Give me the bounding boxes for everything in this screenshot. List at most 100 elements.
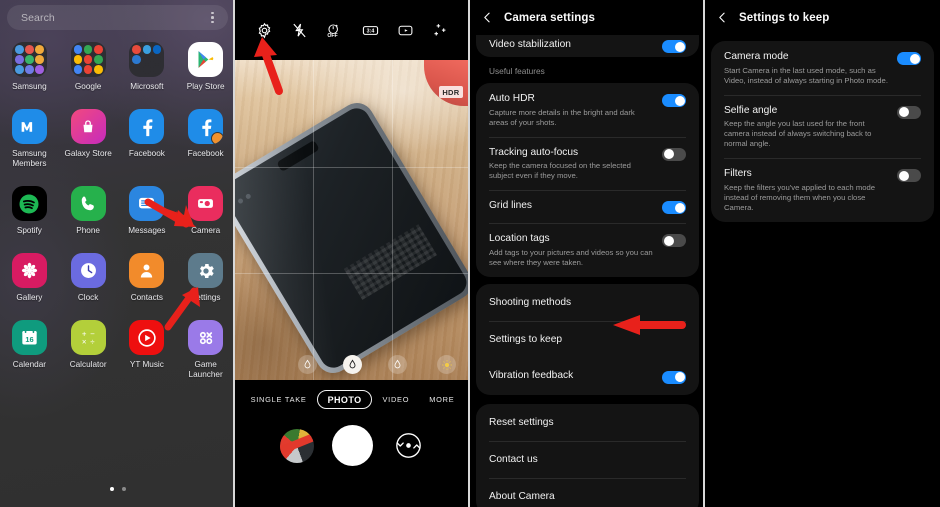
bokeh-mid-icon[interactable] (343, 355, 362, 374)
aspect-ratio-icon[interactable]: 3:4 (362, 22, 379, 39)
camera-mode-photo[interactable]: PHOTO (316, 390, 373, 409)
gallery-icon[interactable] (11, 253, 47, 288)
panel-divider-3 (703, 0, 705, 507)
row-title: Camera mode (724, 51, 789, 62)
grid-line-v2 (392, 60, 393, 380)
app-gallery[interactable]: Gallery (0, 253, 59, 303)
flash-off-icon[interactable] (291, 22, 308, 39)
camera-viewfinder[interactable]: HDR (235, 60, 470, 380)
phone-icon[interactable] (70, 186, 106, 221)
folder-icon[interactable] (129, 42, 165, 77)
app-facebook[interactable]: Facebook (118, 109, 177, 169)
timer-off-icon[interactable]: OFF (326, 22, 343, 39)
toggle-video-stabilization[interactable] (662, 40, 686, 53)
toggle-auto-hdr[interactable] (662, 94, 686, 107)
samsung-members-icon[interactable] (11, 109, 47, 144)
bokeh-low-icon[interactable] (298, 355, 317, 374)
camera-mode-single-take[interactable]: SINGLE TAKE (241, 395, 317, 404)
camera-mode-more[interactable]: MORE (419, 395, 464, 404)
row-filters[interactable]: Filters Keep the filters you've applied t… (711, 158, 934, 222)
back-chevron-icon[interactable] (716, 11, 729, 24)
row-grid-lines[interactable]: Grid lines (476, 190, 699, 223)
app-label: Calculator (69, 360, 107, 369)
gallery-thumbnail[interactable] (280, 428, 315, 463)
app-row: Samsung Google Microsoft Play Store (0, 42, 235, 92)
app-spotify[interactable]: Spotify (0, 186, 59, 236)
page-title: Camera settings (504, 11, 595, 24)
toggle-selfie-angle[interactable] (897, 105, 921, 119)
app-label: Game Launcher (188, 360, 223, 379)
back-chevron-icon[interactable] (481, 11, 494, 24)
svg-text:3:4: 3:4 (366, 28, 374, 34)
row-selfie-angle[interactable]: Selfie angle Keep the angle you last used… (711, 94, 934, 159)
settings-gear-icon[interactable] (188, 253, 224, 288)
app-phone[interactable]: Phone (59, 186, 118, 236)
page-dot-2[interactable] (121, 487, 126, 491)
calendar-icon[interactable]: 16 (11, 320, 47, 355)
folder-icon[interactable] (11, 42, 47, 77)
app-facebook[interactable]: Facebook (176, 109, 235, 169)
contacts-icon[interactable] (129, 253, 165, 288)
row-tracking-auto-focus[interactable]: Tracking auto-focus Keep the camera focus… (476, 136, 699, 191)
search-bar[interactable]: Search (7, 5, 228, 30)
filter-strength-row (235, 355, 470, 374)
app-calendar[interactable]: 16 Calendar (0, 320, 59, 380)
app-label: Samsung (12, 82, 47, 91)
page-indicator[interactable] (0, 487, 235, 491)
play-store-icon[interactable] (188, 42, 224, 77)
facebook-icon[interactable] (129, 109, 165, 144)
search-input[interactable]: Search (21, 12, 207, 24)
toggle-filters[interactable] (897, 169, 921, 182)
toggle-camera-mode[interactable] (897, 52, 921, 65)
app-microsoft[interactable]: Microsoft (118, 42, 177, 92)
page-dot-1[interactable] (109, 487, 114, 491)
app-samsung-members[interactable]: Samsung Members (0, 109, 59, 169)
toggle-grid-lines[interactable] (662, 201, 686, 214)
hdr-badge: HDR (438, 86, 463, 98)
app-play-store[interactable]: Play Store (176, 42, 235, 92)
app-google[interactable]: Google (59, 42, 118, 92)
app-galaxy-store[interactable]: Galaxy Store (59, 109, 118, 169)
row-title: Filters (724, 168, 752, 179)
row-reset-settings[interactable]: Reset settings (476, 404, 699, 441)
app-label: Spotify (16, 226, 42, 235)
galaxy-store-icon[interactable] (70, 109, 106, 144)
toggle-location-tags[interactable] (662, 234, 686, 247)
row-about-camera[interactable]: About Camera (476, 477, 699, 507)
grid-line-v1 (313, 60, 314, 380)
svg-text:÷: ÷ (90, 338, 95, 347)
shutter-button[interactable] (332, 425, 374, 466)
sun-icon[interactable] (437, 355, 456, 374)
row-location-tags[interactable]: Location tags Add tags to your pictures a… (476, 223, 699, 277)
filters-icon[interactable] (432, 22, 449, 39)
row-camera-mode[interactable]: Camera mode Start Camera in the last used… (711, 41, 934, 95)
row-subtitle: Start Camera in the last used mode, such… (724, 65, 888, 85)
kebab-menu-icon[interactable] (207, 9, 218, 27)
toggle-tracking-auto-focus[interactable] (662, 147, 686, 161)
app-samsung[interactable]: Samsung (0, 42, 59, 92)
bokeh-high-icon[interactable] (388, 355, 407, 374)
row-video-stabilization[interactable]: Video stabilization (476, 35, 699, 57)
row-subtitle: Keep the angle you last used for the fro… (724, 119, 872, 148)
facebook-lite-icon[interactable] (188, 109, 224, 144)
panel-divider-1 (233, 0, 235, 507)
row-contact-us[interactable]: Contact us (476, 440, 699, 478)
folder-icon[interactable] (70, 42, 106, 77)
camera-mode-video[interactable]: VIDEO (372, 395, 419, 404)
row-vibration-feedback[interactable]: Vibration feedback (476, 358, 699, 395)
flip-camera-icon[interactable] (392, 429, 425, 462)
facebook-badge-icon (211, 132, 224, 144)
app-calculator[interactable]: + − × ÷ Calculator (59, 320, 118, 380)
toggle-vibration-feedback[interactable] (662, 370, 686, 384)
app-clock[interactable]: Clock (59, 253, 118, 303)
footer-card: Reset settings Contact us About Camera (476, 403, 699, 507)
arrow-to-camera-app-upper (144, 196, 206, 236)
row-title: Selfie angle (724, 104, 778, 116)
spotify-icon[interactable] (11, 186, 47, 221)
calculator-icon[interactable]: + − × ÷ (70, 320, 106, 355)
row-auto-hdr[interactable]: Auto HDR Capture more details in the brig… (476, 83, 699, 137)
motion-photo-icon[interactable] (397, 22, 414, 39)
page-title: Settings to keep (739, 11, 830, 24)
clock-icon[interactable] (70, 253, 106, 288)
row-title: Tracking auto-focus (489, 146, 579, 158)
